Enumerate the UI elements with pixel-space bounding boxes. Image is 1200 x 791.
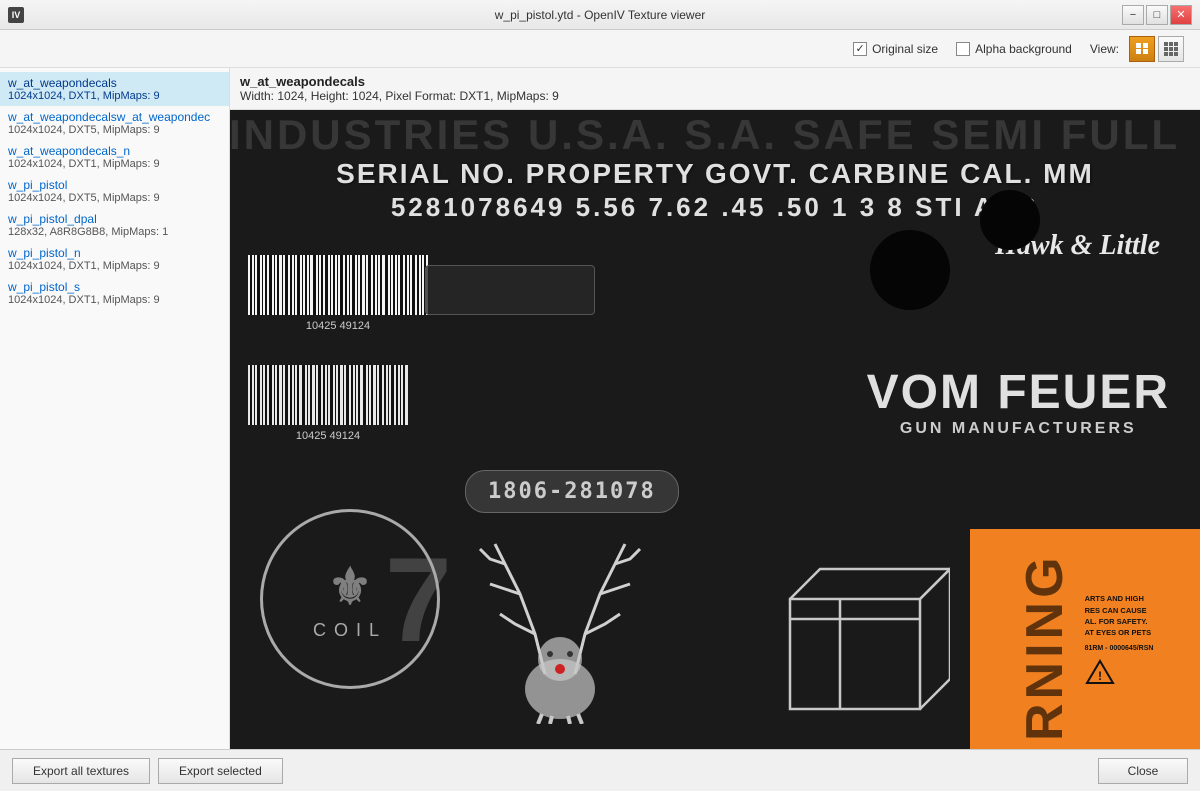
warning-triangle-icon: !	[1085, 659, 1115, 685]
title-bar-left: IV	[8, 7, 24, 23]
texture-area: w_at_weapondecals Width: 1024, Height: 1…	[230, 68, 1200, 749]
grid-3-icon	[1164, 42, 1178, 56]
coil-emblem: ⚜	[328, 558, 373, 616]
sidebar-item-name-1: w_at_weapondecalsw_at_weapondec	[8, 110, 221, 124]
industries-text: INDUSTRIES U.S.A. S.A. SAFE SEMI FULL	[230, 111, 1180, 159]
alpha-background-label: Alpha background	[975, 42, 1072, 56]
box-outline	[750, 539, 950, 719]
view-buttons	[1129, 36, 1184, 62]
deer-svg	[470, 494, 650, 724]
gun-manufacturers-text: GUN MANUFACTURERS	[867, 420, 1170, 438]
sidebar-item-name-3: w_pi_pistol	[8, 178, 221, 192]
sidebar-item-name-5: w_pi_pistol_n	[8, 246, 221, 260]
footer-left: Export all textures Export selected	[12, 758, 283, 784]
alpha-background-checkbox[interactable]	[956, 42, 970, 56]
sidebar-item-info-1: 1024x1024, DXT5, MipMaps: 9	[8, 124, 221, 136]
sidebar-item-5[interactable]: w_pi_pistol_n 1024x1024, DXT1, MipMaps: …	[0, 242, 229, 276]
alpha-background-group: Alpha background	[956, 42, 1072, 56]
barcode-label	[425, 265, 595, 315]
warning-line-2: RES CAN CAUSE	[1085, 605, 1154, 616]
box-svg	[750, 539, 950, 719]
toolbar: Original size Alpha background View:	[0, 30, 1200, 68]
footer: Export all textures Export selected Clos…	[0, 749, 1200, 791]
sidebar-item-2[interactable]: w_at_weapondecals_n 1024x1024, DXT1, Mip…	[0, 140, 229, 174]
sidebar-item-1[interactable]: w_at_weapondecalsw_at_weapondec 1024x102…	[0, 106, 229, 140]
texture-info-bar: w_at_weapondecals Width: 1024, Height: 1…	[230, 68, 1200, 110]
app-icon: IV	[8, 7, 24, 23]
original-size-checkbox-wrapper[interactable]: Original size	[853, 42, 938, 56]
warning-box: RNING ARTS AND HIGH RES CAN CAUSE AL. FO…	[970, 529, 1200, 749]
coil-text: COIL	[313, 620, 387, 641]
texture-image: INDUSTRIES U.S.A. S.A. SAFE SEMI FULL SE…	[230, 110, 1200, 749]
coil-logo: ⚜ COIL	[260, 509, 440, 689]
sidebar-item-3[interactable]: w_pi_pistol 1024x1024, DXT5, MipMaps: 9	[0, 174, 229, 208]
industries-text-area: INDUSTRIES U.S.A. S.A. SAFE SEMI FULL	[230, 110, 1200, 160]
view-grid-3-button[interactable]	[1158, 36, 1184, 62]
texture-details: Width: 1024, Height: 1024, Pixel Format:…	[240, 89, 1190, 103]
sidebar-item-info-2: 1024x1024, DXT1, MipMaps: 9	[8, 158, 221, 170]
sidebar-item-6[interactable]: w_pi_pistol_s 1024x1024, DXT1, MipMaps: …	[0, 276, 229, 310]
view-group: View:	[1090, 36, 1184, 62]
export-selected-button[interactable]: Export selected	[158, 758, 283, 784]
original-size-label: Original size	[872, 42, 938, 56]
alpha-background-checkbox-wrapper[interactable]: Alpha background	[956, 42, 1072, 56]
window-title: w_pi_pistol.ytd - OpenIV Texture viewer	[495, 8, 706, 22]
sidebar-item-info-4: 128x32, A8R8G8B8, MipMaps: 1	[8, 226, 221, 238]
sidebar-item-info-0: 1024x1024, DXT1, MipMaps: 9	[8, 90, 221, 102]
texture-name: w_at_weapondecals	[240, 74, 1190, 89]
barcode1-number: 10425 49124	[248, 320, 428, 332]
window-controls: − □ ✕	[1122, 5, 1192, 25]
original-size-checkbox[interactable]	[853, 42, 867, 56]
barcode2-number: 10425 49124	[248, 430, 408, 442]
close-button[interactable]: Close	[1098, 758, 1188, 784]
title-bar: IV w_pi_pistol.ytd - OpenIV Texture view…	[0, 0, 1200, 30]
svg-text:!: !	[1098, 669, 1102, 683]
sidebar-item-info-3: 1024x1024, DXT5, MipMaps: 9	[8, 192, 221, 204]
restore-button[interactable]: □	[1146, 5, 1168, 25]
grid-2-icon	[1136, 43, 1148, 55]
sidebar-item-4[interactable]: w_pi_pistol_dpal 128x32, A8R8G8B8, MipMa…	[0, 208, 229, 242]
sidebar-item-name-6: w_pi_pistol_s	[8, 280, 221, 294]
hole-circle-1	[870, 230, 950, 310]
view-grid-2-button[interactable]	[1129, 36, 1155, 62]
barcode-2: 10425 49124	[248, 365, 408, 440]
close-window-button[interactable]: ✕	[1170, 5, 1192, 25]
sidebar: w_at_weapondecals 1024x1024, DXT1, MipMa…	[0, 68, 230, 749]
main-content: w_at_weapondecals 1024x1024, DXT1, MipMa…	[0, 68, 1200, 749]
vom-feuer-area: VOM FEUER GUN MANUFACTURERS	[867, 365, 1170, 438]
vom-feuer-text: VOM FEUER	[867, 365, 1170, 420]
sidebar-item-info-6: 1024x1024, DXT1, MipMaps: 9	[8, 294, 221, 306]
sidebar-item-name-2: w_at_weapondecals_n	[8, 144, 221, 158]
warning-vert-text: RNING	[1011, 529, 1079, 749]
deer-container	[460, 489, 660, 729]
texture-canvas[interactable]: INDUSTRIES U.S.A. S.A. SAFE SEMI FULL SE…	[230, 110, 1200, 749]
original-size-group: Original size	[853, 42, 938, 56]
warning-serial: 81RM - 0000645/RSN	[1085, 644, 1154, 655]
warning-line-4: AT EYES OR PETS	[1085, 627, 1154, 638]
warning-line-1: ARTS AND HIGH	[1085, 593, 1154, 604]
view-label: View:	[1090, 42, 1119, 56]
sidebar-item-info-5: 1024x1024, DXT1, MipMaps: 9	[8, 260, 221, 272]
minimize-button[interactable]: −	[1122, 5, 1144, 25]
serial-line: SERIAL NO. PROPERTY GOVT. CARBINE CAL. M…	[230, 158, 1200, 190]
barcode-1: 10425 49124	[248, 255, 428, 330]
numbers-line: 5281078649 5.56 7.62 .45 .50 1 3 8 STI A…	[230, 192, 1200, 223]
sidebar-item-0[interactable]: w_at_weapondecals 1024x1024, DXT1, MipMa…	[0, 72, 229, 106]
export-all-button[interactable]: Export all textures	[12, 758, 150, 784]
hole-circle-2	[980, 190, 1040, 250]
sidebar-item-name-0: w_at_weapondecals	[8, 76, 221, 90]
sidebar-item-name-4: w_pi_pistol_dpal	[8, 212, 221, 226]
warning-side-content: ARTS AND HIGH RES CAN CAUSE AL. FOR SAFE…	[1079, 529, 1160, 749]
warning-line-3: AL. FOR SAFETY.	[1085, 616, 1154, 627]
